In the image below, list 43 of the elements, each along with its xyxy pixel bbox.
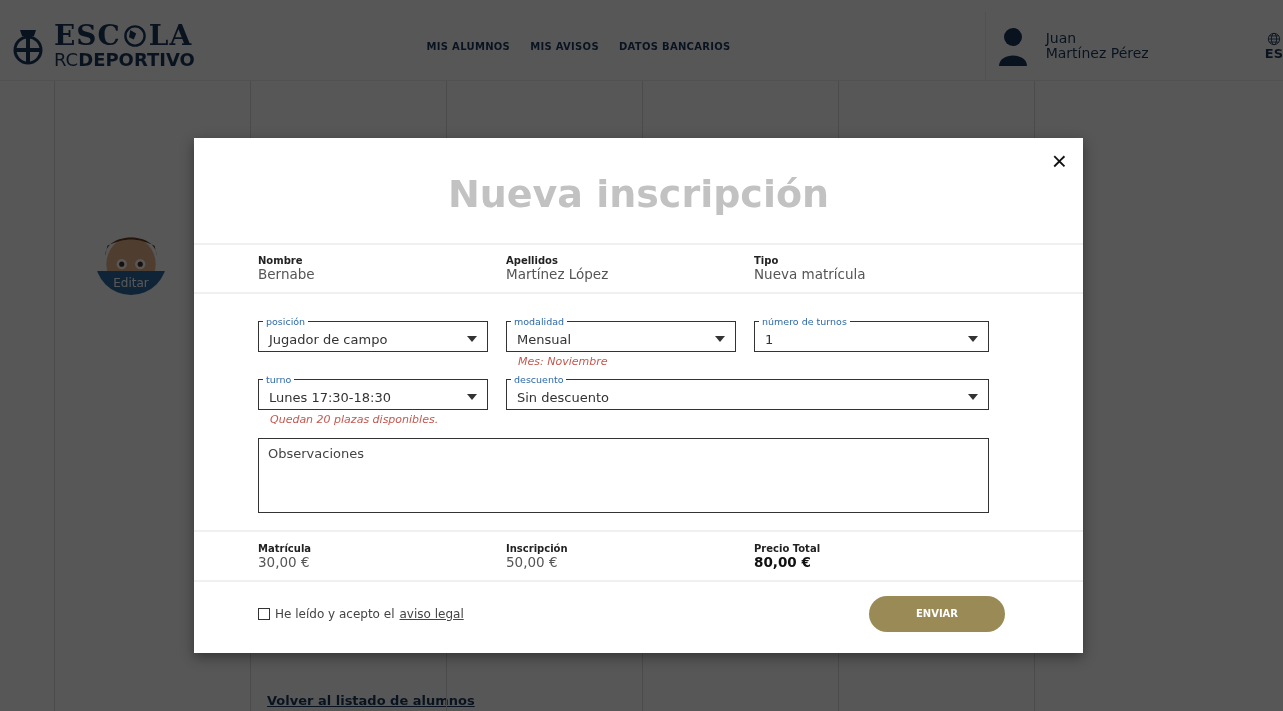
caret-icon [968, 394, 978, 400]
user-silhouette-icon[interactable] [997, 26, 1028, 66]
select-field[interactable]: número de turnos 1 [754, 316, 989, 352]
caret-icon [467, 336, 477, 342]
price-value: 30,00 € [258, 553, 311, 570]
price-label: Precio Total [754, 542, 822, 554]
legal-notice-link[interactable]: aviso legal [399, 606, 464, 621]
price-value: 80,00 € [754, 553, 812, 570]
select-field[interactable]: descuento Sin descuento [506, 374, 989, 410]
caret-icon [968, 336, 978, 342]
price-value: 50,00 € [506, 553, 558, 570]
user-name[interactable]: Juan Martínez Pérez [1045, 31, 1149, 61]
caret-icon [715, 336, 725, 342]
logo-subtitle: RCDEPORTIVO [54, 50, 195, 70]
checkbox[interactable] [258, 607, 270, 620]
hint-text: Mes: Noviembre [517, 354, 609, 368]
nav-link[interactable]: MIS ALUMNOS [426, 40, 511, 52]
globe-icon [1266, 31, 1281, 46]
caret-icon [467, 394, 477, 400]
select-field[interactable]: modalidad Mensual [506, 316, 736, 352]
field-label: Apellidos [506, 255, 558, 266]
observations-field[interactable]: Observaciones [258, 438, 989, 513]
field-label: Nombre [258, 255, 304, 266]
nav-link[interactable]: MIS AVISOS [530, 40, 599, 52]
nav-link[interactable]: DATOS BANCARIOS [618, 40, 731, 52]
field-label: Tipo [754, 255, 780, 266]
close-button[interactable]: × [1047, 148, 1071, 174]
edit-avatar-button[interactable]: Editar [95, 271, 167, 295]
submit-button[interactable]: ENVIAR [869, 595, 1005, 632]
field-value: Bernabe [258, 266, 316, 282]
logo-text: LA [148, 22, 193, 50]
price-label: Inscripción [506, 542, 569, 554]
select-field[interactable]: posición Jugador de campo [258, 316, 488, 352]
field-value: Martínez López [506, 266, 610, 282]
terms-text: He leído y acepto el [275, 606, 395, 621]
select-field[interactable]: turno Lunes 17:30-18:30 [258, 374, 488, 410]
ball-icon [122, 24, 147, 48]
field-value: Nueva matrícula [754, 266, 867, 282]
back-link[interactable]: Volver al listado de alumnos [267, 693, 475, 708]
language-selector[interactable]: ES [1264, 31, 1283, 61]
hint-text: Quedan 20 plazas disponibles. [269, 412, 440, 426]
logo-text: ESC [54, 22, 121, 50]
price-label: Matrícula [258, 542, 313, 554]
